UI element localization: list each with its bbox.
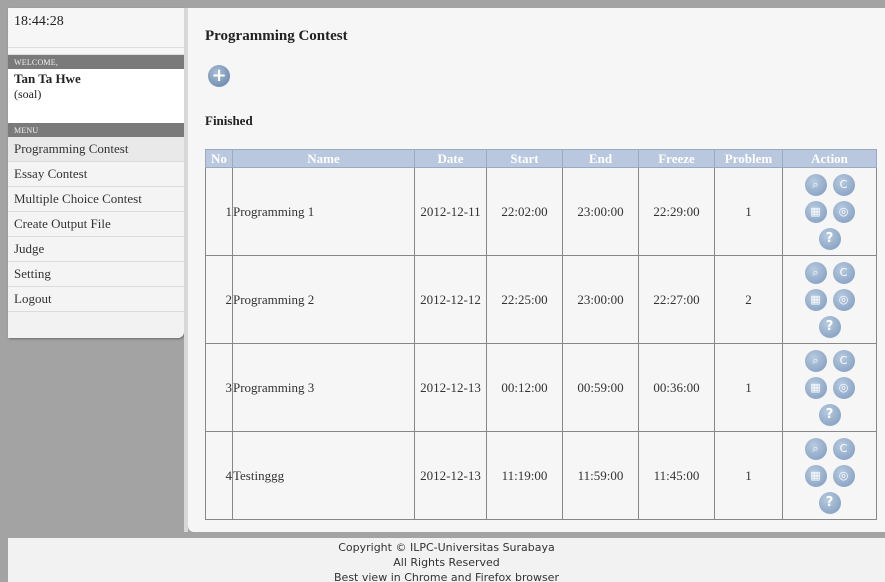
cell-start: 22:02:00 <box>486 167 563 256</box>
help-icon[interactable]: ? <box>818 315 841 338</box>
table-header: No Name Date Start End Freeze Problem Ac… <box>205 149 877 168</box>
language-icon[interactable]: C <box>832 261 855 284</box>
col-problem: Problem <box>714 149 783 168</box>
welcome-box: Tan Ta Hwe (soal) <box>8 69 184 123</box>
table-row: 4 Testinggg 2012-12-13 11:19:00 11:59:00 11:4… <box>205 431 877 520</box>
col-end: End <box>562 149 639 168</box>
language-icon[interactable]: C <box>832 349 855 372</box>
help-icon[interactable]: ? <box>818 491 841 514</box>
footer: Copyright © ILPC-Universitas Surabaya Al… <box>8 538 885 582</box>
section-finished-label: Finished <box>205 113 253 128</box>
divider <box>8 48 184 55</box>
cell-no: 4 <box>205 431 233 520</box>
scoreboard-icon[interactable]: ▦ <box>804 376 827 399</box>
table-row: 1 Programming 1 2012-12-11 22:02:00 23:00:00… <box>205 167 877 256</box>
cell-no: 2 <box>205 255 233 344</box>
plus-icon[interactable]: + <box>208 65 230 87</box>
welcome-heading: WELCOME, <box>8 55 184 69</box>
clock: 18:44:28 <box>8 8 184 48</box>
cell-name: Programming 3 <box>232 343 415 432</box>
magnifier-icon[interactable]: ⌕ <box>804 173 827 196</box>
footer-browser-note: Best view in Chrome and Firefox browser <box>334 571 559 582</box>
cell-end: 23:00:00 <box>562 255 639 344</box>
menu-item-create-output-file[interactable]: Create Output File <box>8 212 184 237</box>
col-no: No <box>205 149 233 168</box>
cell-action: ⌕ C ▦ ◎? <box>782 167 877 256</box>
table-row: 2 Programming 2 2012-12-12 22:25:00 23:00:00… <box>205 255 877 344</box>
col-start: Start <box>486 149 563 168</box>
magnifier-icon[interactable]: ⌕ <box>804 437 827 460</box>
cell-end: 11:59:00 <box>562 431 639 520</box>
cell-date: 2012-12-13 <box>414 431 487 520</box>
contest-table: No Name Date Start End Freeze Problem Ac… <box>205 149 877 520</box>
sidebar: 18:44:28 WELCOME, Tan Ta Hwe (soal) MENU… <box>8 8 184 338</box>
footer-rights: All Rights Reserved <box>393 556 500 569</box>
magnifier-icon[interactable]: ⌕ <box>804 349 827 372</box>
menu-heading: MENU <box>8 123 184 137</box>
cell-freeze: 11:45:00 <box>638 431 715 520</box>
cell-action: ⌕ C ▦ ◎? <box>782 431 877 520</box>
menu-item-judge[interactable]: Judge <box>8 237 184 262</box>
cell-freeze: 00:36:00 <box>638 343 715 432</box>
cell-date: 2012-12-11 <box>414 167 487 256</box>
output-icon[interactable]: ◎ <box>832 464 855 487</box>
page-title: Programming Contest <box>205 28 348 44</box>
cell-date: 2012-12-13 <box>414 343 487 432</box>
menu-item-logout[interactable]: Logout <box>8 287 184 312</box>
menu-item-multiple-choice-contest[interactable]: Multiple Choice Contest <box>8 187 184 212</box>
magnifier-icon[interactable]: ⌕ <box>804 261 827 284</box>
cell-date: 2012-12-12 <box>414 255 487 344</box>
scoreboard-icon[interactable]: ▦ <box>804 200 827 223</box>
cell-start: 11:19:00 <box>486 431 563 520</box>
cell-name: Programming 2 <box>232 255 415 344</box>
scoreboard-icon[interactable]: ▦ <box>804 464 827 487</box>
user-name: Tan Ta Hwe <box>14 71 81 86</box>
help-icon[interactable]: ? <box>818 227 841 250</box>
table-row: 3 Programming 3 2012-12-13 00:12:00 00:59:00… <box>205 343 877 432</box>
cell-no: 1 <box>205 167 233 256</box>
output-icon[interactable]: ◎ <box>832 288 855 311</box>
col-name: Name <box>232 149 415 168</box>
language-icon[interactable]: C <box>832 173 855 196</box>
output-icon[interactable]: ◎ <box>832 200 855 223</box>
help-icon[interactable]: ? <box>818 403 841 426</box>
menu-item-essay-contest[interactable]: Essay Contest <box>8 162 184 187</box>
col-date: Date <box>414 149 487 168</box>
col-action: Action <box>782 149 877 168</box>
cell-problem: 1 <box>714 343 783 432</box>
cell-freeze: 22:27:00 <box>638 255 715 344</box>
cell-no: 3 <box>205 343 233 432</box>
cell-start: 22:25:00 <box>486 255 563 344</box>
footer-copyright: Copyright © ILPC-Universitas Surabaya <box>338 541 555 554</box>
cell-problem: 1 <box>714 431 783 520</box>
col-freeze: Freeze <box>638 149 715 168</box>
main-panel: Programming Contest + Finished No Name D… <box>188 8 885 532</box>
cell-problem: 2 <box>714 255 783 344</box>
cell-action: ⌕ C ▦ ◎? <box>782 343 877 432</box>
cell-name: Testinggg <box>232 431 415 520</box>
output-icon[interactable]: ◎ <box>832 376 855 399</box>
cell-problem: 1 <box>714 167 783 256</box>
cell-name: Programming 1 <box>232 167 415 256</box>
cell-end: 00:59:00 <box>562 343 639 432</box>
cell-action: ⌕ C ▦ ◎? <box>782 255 877 344</box>
language-icon[interactable]: C <box>832 437 855 460</box>
user-role: (soal) <box>14 87 42 101</box>
cell-end: 23:00:00 <box>562 167 639 256</box>
cell-start: 00:12:00 <box>486 343 563 432</box>
menu-item-programming-contest[interactable]: Programming Contest <box>8 137 184 162</box>
cell-freeze: 22:29:00 <box>638 167 715 256</box>
menu-item-setting[interactable]: Setting <box>8 262 184 287</box>
scoreboard-icon[interactable]: ▦ <box>804 288 827 311</box>
